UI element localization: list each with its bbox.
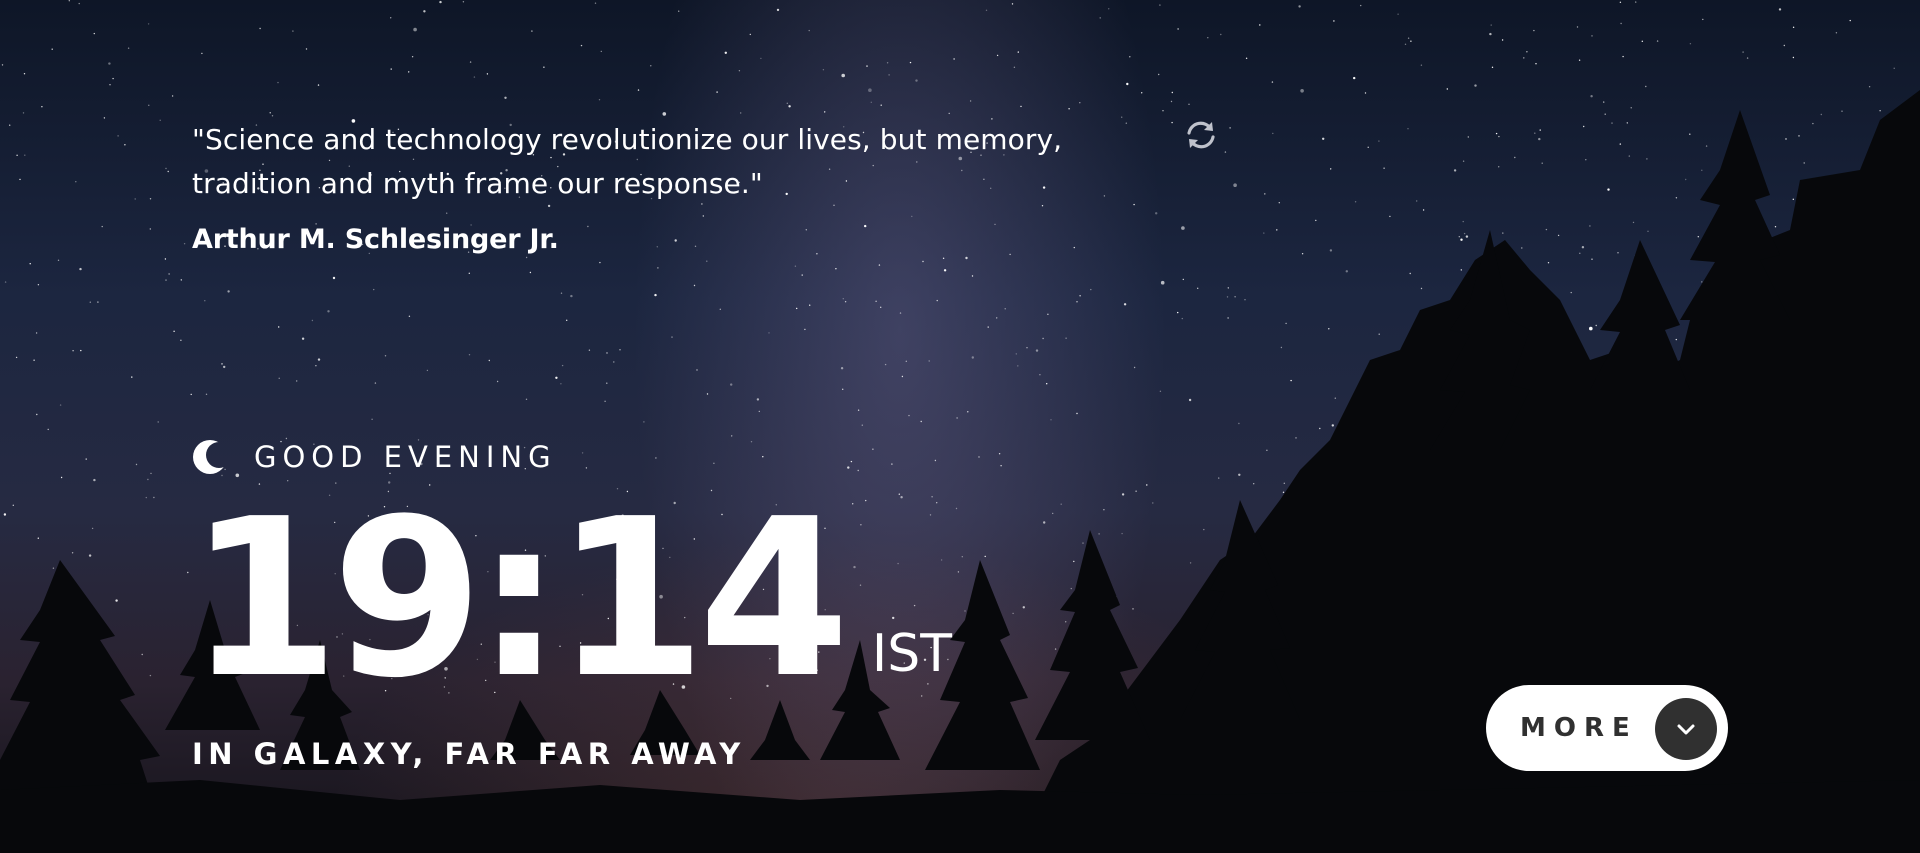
- app-page: "Science and technology revolutionize ou…: [0, 0, 1920, 853]
- greeting: GOOD EVENING: [192, 437, 557, 477]
- clock-timezone: IST: [871, 624, 953, 684]
- clock-time: 19:14: [188, 473, 850, 726]
- chevron-down-icon: [1655, 698, 1717, 760]
- quote-text: "Science and technology revolutionize ou…: [192, 123, 1063, 200]
- clock: 19:14 IST: [188, 473, 953, 726]
- more-button-label: MORE: [1520, 713, 1638, 743]
- refresh-quote-button[interactable]: [1184, 118, 1218, 152]
- location-label: IN GALAXY, FAR FAR AWAY: [192, 737, 746, 771]
- moon-icon: [193, 440, 227, 474]
- refresh-icon: [1187, 121, 1215, 149]
- quote-author: Arthur M. Schlesinger Jr.: [192, 224, 559, 255]
- greeting-label: GOOD EVENING: [254, 440, 557, 474]
- quote-section: "Science and technology revolutionize ou…: [192, 118, 1232, 255]
- more-button[interactable]: MORE: [1486, 685, 1728, 771]
